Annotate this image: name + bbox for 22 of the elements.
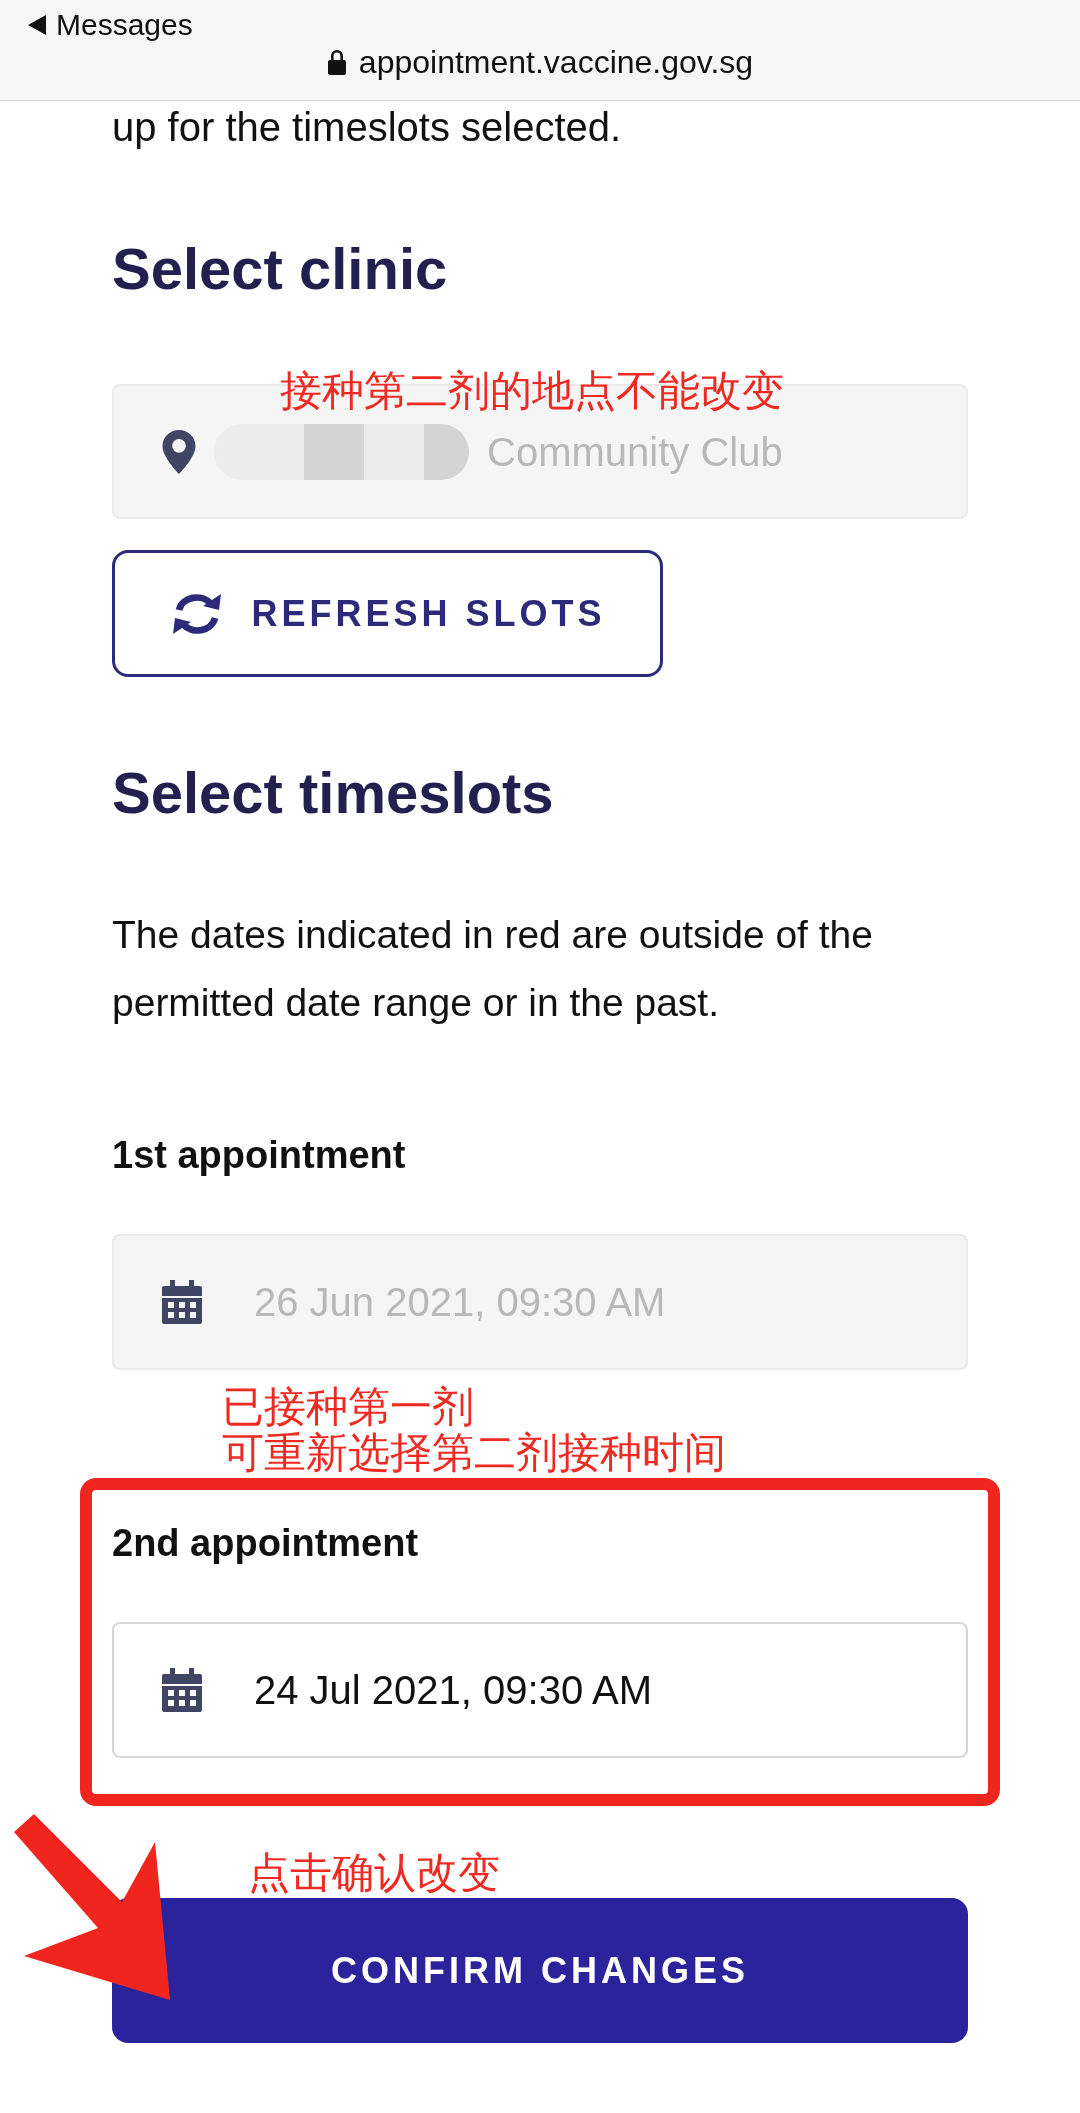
confirm-button[interactable]: CONFIRM CHANGES — [112, 1898, 968, 2043]
date-field[interactable]: 24 Jul 2021, 09:30 AM — [112, 1622, 968, 1758]
annotation-text: 可重新选择第二剂接种时间 — [222, 1430, 726, 1476]
calendar-icon — [162, 1668, 202, 1712]
section-heading: Select timeslots — [112, 761, 555, 825]
info-text: The dates indicated in red are outside of the permitted date range or in the past. — [112, 912, 874, 1026]
intro-text: up for the timeslots selected. — [112, 104, 623, 151]
field-label: 1st appointment — [112, 1133, 407, 1178]
back-icon — [28, 14, 46, 35]
annotation-text: 已接种第一剂 — [222, 1384, 474, 1430]
lock-icon — [326, 49, 347, 75]
annotation-text: 点击确认改变 — [248, 1850, 500, 1896]
location-pin-icon — [162, 429, 196, 474]
calendar-icon — [162, 1280, 202, 1324]
section-heading: Select clinic — [112, 237, 449, 301]
field-label: 2nd appointment — [112, 1521, 420, 1566]
clinic-name: Community Club — [487, 428, 783, 476]
url-text[interactable]: appointment.vaccine.gov.sg — [358, 38, 754, 86]
date-value: 26 Jun 2021, 09:30 AM — [254, 1279, 666, 1326]
date-value: 24 Jul 2021, 09:30 AM — [254, 1667, 653, 1714]
back-link[interactable]: Messages — [28, 2, 193, 47]
annotation-text: 接种第二剂的地点不能改变 — [280, 368, 784, 414]
